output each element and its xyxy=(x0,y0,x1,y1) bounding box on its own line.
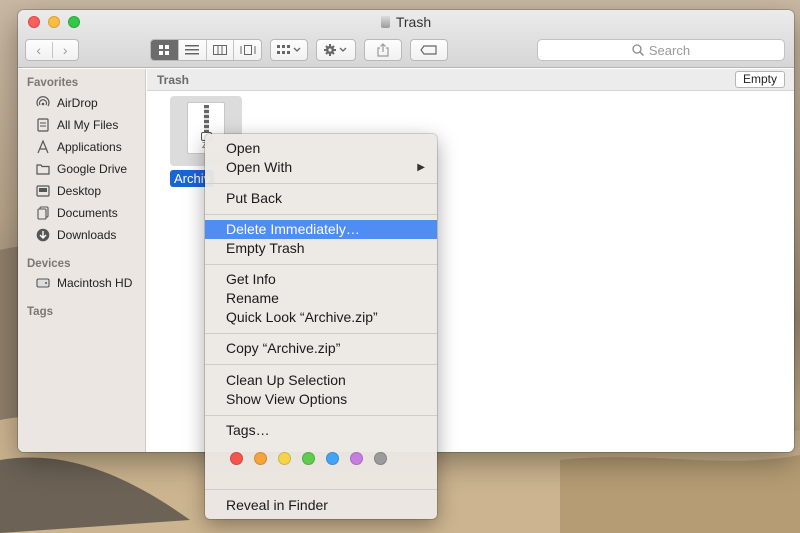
action-button[interactable] xyxy=(316,39,356,61)
submenu-arrow-icon: ▶ xyxy=(417,162,425,173)
sidebar-item-google-drive[interactable]: Google Drive xyxy=(36,159,127,179)
window-title: Trash xyxy=(18,14,794,30)
context-menu: Open Open With ▶ Put Back Delete Immediat… xyxy=(205,134,437,519)
menu-item-empty-trash[interactable]: Empty Trash xyxy=(205,239,437,258)
menu-item-open-with[interactable]: Open With ▶ xyxy=(205,158,437,177)
cover-flow-icon xyxy=(240,45,256,55)
share-button[interactable] xyxy=(364,39,402,61)
tag-dot-orange[interactable] xyxy=(254,452,267,465)
search-icon xyxy=(632,44,644,56)
tag-icon xyxy=(420,45,437,55)
share-icon xyxy=(377,43,389,57)
tag-dot-blue[interactable] xyxy=(326,452,339,465)
gear-icon xyxy=(324,44,347,56)
menu-item-show-view-options[interactable]: Show View Options xyxy=(205,390,437,409)
sidebar-item-desktop[interactable]: Desktop xyxy=(36,181,101,201)
path-label: Trash xyxy=(157,73,190,87)
menu-separator xyxy=(205,489,437,490)
search-placeholder: Search xyxy=(648,42,691,58)
trash-icon xyxy=(380,16,390,28)
tag-dot-red[interactable] xyxy=(230,452,243,465)
menu-item-copy[interactable]: Copy “Archive.zip” xyxy=(205,339,437,358)
titlebar: Trash ‹ › Search xyxy=(18,10,794,68)
harddisk-icon xyxy=(36,276,50,290)
downloads-icon xyxy=(36,228,50,242)
airdrop-icon xyxy=(36,96,50,110)
menu-separator xyxy=(205,214,437,215)
column-view-icon xyxy=(212,45,227,55)
sidebar-item-documents[interactable]: Documents xyxy=(36,203,118,223)
applications-icon xyxy=(36,140,50,154)
sidebar-header-devices: Devices xyxy=(27,258,71,270)
sidebar-header-tags: Tags xyxy=(27,306,53,318)
search-field[interactable]: Search xyxy=(537,39,785,61)
menu-item-get-info[interactable]: Get Info xyxy=(205,270,437,289)
menu-separator xyxy=(205,364,437,365)
cover-flow-button[interactable] xyxy=(233,40,261,60)
menu-item-reveal-in-finder[interactable]: Reveal in Finder xyxy=(205,496,437,515)
sidebar-item-airdrop[interactable]: AirDrop xyxy=(36,93,98,113)
sidebar-item-macintosh-hd[interactable]: Macintosh HD xyxy=(36,273,132,293)
arrange-button[interactable] xyxy=(270,39,308,61)
sidebar-item-applications[interactable]: Applications xyxy=(36,137,122,157)
edit-tags-button[interactable] xyxy=(410,39,448,61)
menu-item-put-back[interactable]: Put Back xyxy=(205,189,437,208)
arrange-icon xyxy=(277,45,301,54)
sidebar-item-all-my-files[interactable]: All My Files xyxy=(36,115,118,135)
all-files-icon xyxy=(36,118,50,132)
icon-view-button[interactable] xyxy=(151,40,178,60)
menu-item-rename[interactable]: Rename xyxy=(205,289,437,308)
menu-separator xyxy=(205,264,437,265)
list-view-button[interactable] xyxy=(177,40,206,60)
column-view-button[interactable] xyxy=(205,40,234,60)
tag-dot-gray[interactable] xyxy=(374,452,387,465)
menu-item-open[interactable]: Open xyxy=(205,139,437,158)
menu-separator xyxy=(205,333,437,334)
desktop-icon xyxy=(36,184,50,198)
menu-item-clean-up-selection[interactable]: Clean Up Selection xyxy=(205,371,437,390)
sidebar-item-downloads[interactable]: Downloads xyxy=(36,225,116,245)
list-view-icon xyxy=(185,45,200,55)
icon-view-icon xyxy=(159,45,170,55)
menu-item-quick-look[interactable]: Quick Look “Archive.zip” xyxy=(205,308,437,327)
view-mode-buttons xyxy=(150,39,262,61)
sidebar-header-favorites: Favorites xyxy=(27,77,79,89)
menu-item-tags[interactable]: Tags… xyxy=(205,421,437,440)
folder-icon xyxy=(36,162,50,176)
sidebar: Favorites AirDrop All My Files Applicati… xyxy=(18,69,146,452)
tag-dot-green[interactable] xyxy=(302,452,315,465)
path-bar: Trash Empty xyxy=(147,69,794,91)
tag-dot-yellow[interactable] xyxy=(278,452,291,465)
empty-trash-button[interactable]: Empty xyxy=(734,71,785,88)
menu-separator xyxy=(205,183,437,184)
tag-dot-purple[interactable] xyxy=(350,452,363,465)
menu-item-delete-immediately[interactable]: Delete Immediately… xyxy=(205,220,437,239)
back-button[interactable]: ‹ xyxy=(26,42,52,58)
forward-button[interactable]: › xyxy=(51,42,79,58)
documents-icon xyxy=(36,206,50,220)
menu-separator xyxy=(205,415,437,416)
nav-buttons: ‹ › xyxy=(25,39,79,61)
